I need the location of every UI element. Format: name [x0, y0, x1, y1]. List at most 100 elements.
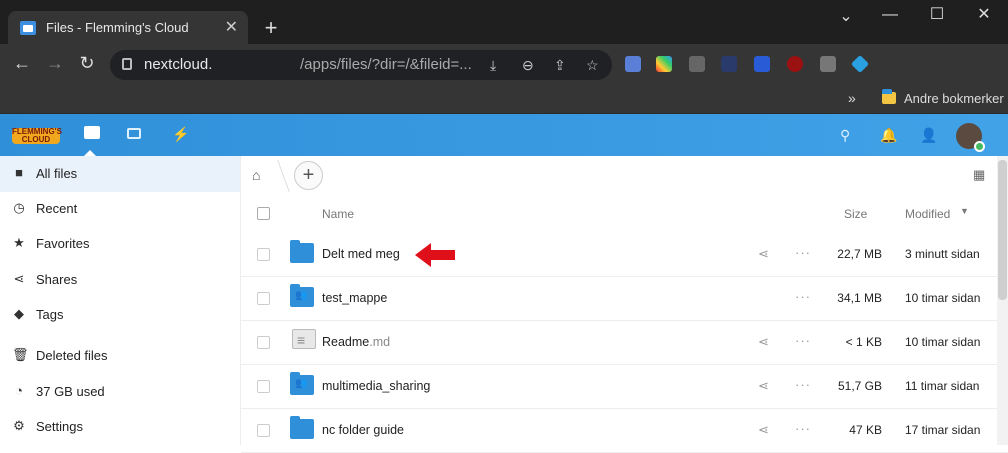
- folder-icon: [290, 240, 314, 263]
- sidebar-item-favorites[interactable]: ★ Favorites: [0, 226, 240, 262]
- sidebar-item-recent[interactable]: ◷ Recent: [0, 191, 240, 227]
- file-modified: 10 timar sidan: [905, 291, 981, 305]
- file-name[interactable]: nc folder guide: [322, 423, 404, 437]
- files-app-icon[interactable]: [84, 126, 100, 139]
- file-name[interactable]: Readme.md: [322, 335, 390, 349]
- share-icon[interactable]: ⋖: [758, 334, 769, 350]
- file-name[interactable]: Delt med meg: [322, 247, 400, 261]
- new-file-button[interactable]: +: [294, 161, 323, 190]
- row-checkbox[interactable]: [257, 424, 270, 437]
- table-row[interactable]: test_mappe ··· 34,1 MB 10 timar sidan: [241, 277, 1008, 321]
- sort-down-icon: ▼: [960, 206, 969, 216]
- more-bookmarks-icon[interactable]: »: [848, 90, 856, 106]
- fk-extension-icon[interactable]: [689, 56, 705, 72]
- close-tab-icon[interactable]: ✕: [225, 17, 238, 37]
- file-size: 47 KB: [849, 423, 882, 437]
- trash-icon: 🗑: [12, 347, 29, 362]
- search-icon[interactable]: ⚲: [840, 127, 850, 144]
- reload-icon[interactable]: ↻: [75, 53, 99, 74]
- sidebar-item-tags[interactable]: ◆ Tags: [0, 297, 240, 333]
- column-name[interactable]: Name: [322, 207, 354, 221]
- sidebar-item-settings[interactable]: ⚙ Settings: [0, 409, 240, 445]
- file-basename: Readme: [322, 335, 370, 349]
- file-basename: multimedia_sharing: [322, 379, 431, 393]
- notifications-bell-icon[interactable]: 🔔: [880, 127, 897, 144]
- row-checkbox[interactable]: [257, 336, 270, 349]
- maximize-button[interactable]: ☐: [917, 4, 957, 24]
- row-checkbox[interactable]: [257, 292, 270, 305]
- bookmarks-bar: » Andre bokmerker: [0, 84, 1008, 114]
- breadcrumb: ⌂ + ▦: [241, 156, 1008, 196]
- sidebar-item-all-files[interactable]: ■ All files: [0, 156, 240, 192]
- file-size: < 1 KB: [845, 335, 882, 349]
- bookmark-star-icon[interactable]: ☆: [586, 57, 599, 74]
- home-icon[interactable]: ⌂: [252, 167, 260, 183]
- bookmark-folder-icon: [882, 89, 896, 104]
- row-checkbox[interactable]: [257, 380, 270, 393]
- sidebar-item-shares[interactable]: ⋖ Shares: [0, 262, 240, 298]
- file-modified: 3 minutt sidan: [905, 247, 980, 261]
- sidebar-item-label: Recent: [36, 201, 78, 216]
- close-window-button[interactable]: ✕: [964, 4, 1004, 24]
- back-icon[interactable]: ←: [10, 53, 34, 74]
- more-actions-icon[interactable]: ···: [795, 333, 811, 348]
- tab-search-icon[interactable]: ⌄: [826, 6, 866, 26]
- activity-app-icon[interactable]: ⚡: [172, 126, 189, 143]
- color-extension-icon[interactable]: [656, 56, 672, 72]
- gitzip-extension-icon[interactable]: [820, 56, 836, 72]
- file-name[interactable]: multimedia_sharing: [322, 379, 430, 393]
- folder-icon: ■: [15, 165, 23, 180]
- star-icon: ★: [13, 235, 25, 250]
- column-modified[interactable]: Modified: [905, 207, 950, 221]
- sidebar-item-quota[interactable]: ◔ 37 GB used: [0, 374, 240, 410]
- more-actions-icon[interactable]: ···: [795, 289, 811, 304]
- browser-tabstrip: Files - Flemming's Cloud ✕ + ⌄ — ☐ ✕: [0, 0, 1008, 46]
- install-icon[interactable]: ⤓: [490, 57, 496, 74]
- vta-extension-icon[interactable]: [721, 56, 737, 72]
- table-row[interactable]: Readme.md ⋖ ··· < 1 KB 10 timar sidan: [241, 321, 1008, 365]
- file-basename: test_mappe: [322, 291, 388, 305]
- file-extension: .md: [369, 335, 391, 349]
- forward-icon[interactable]: →: [43, 53, 67, 74]
- grid-view-icon[interactable]: ▦: [973, 167, 985, 183]
- files-favicon-icon: [20, 21, 36, 35]
- share-icon[interactable]: ⋖: [758, 378, 769, 394]
- url-host: nextcloud.: [144, 56, 213, 73]
- files-main: ⌂ + ▦ Name Size Modified ▼ Delt med meg …: [241, 156, 1008, 453]
- column-size[interactable]: Size: [844, 207, 867, 221]
- address-bar[interactable]: nextcloud. /apps/files/?dir=/&fileid=...…: [110, 50, 612, 80]
- text-file-icon: [292, 329, 316, 349]
- file-name[interactable]: test_mappe: [322, 291, 387, 305]
- photos-app-icon[interactable]: [127, 128, 141, 139]
- more-actions-icon[interactable]: ···: [795, 377, 811, 392]
- browser-tab[interactable]: Files - Flemming's Cloud ✕: [8, 11, 248, 46]
- cloud-logo[interactable]: FLEMMING'S CLOUD: [12, 128, 62, 144]
- share-page-icon[interactable]: ⇪: [554, 57, 566, 74]
- tab-title: Files - Flemming's Cloud: [46, 20, 189, 35]
- file-modified: 10 timar sidan: [905, 335, 981, 349]
- table-row[interactable]: nc folder guide ⋖ ··· 47 KB 17 timar sid…: [241, 409, 1008, 453]
- bitwarden-extension-icon[interactable]: [754, 56, 770, 72]
- scrollbar-thumb[interactable]: [998, 160, 1007, 300]
- camera-extension-icon[interactable]: [625, 56, 641, 72]
- contacts-icon[interactable]: 👤: [920, 127, 937, 144]
- user-avatar[interactable]: [956, 123, 985, 152]
- share-icon[interactable]: ⋖: [758, 246, 769, 262]
- sidebar-item-label: Deleted files: [36, 348, 108, 363]
- more-actions-icon[interactable]: ···: [795, 421, 811, 436]
- share-icon[interactable]: ⋖: [758, 422, 769, 438]
- row-checkbox[interactable]: [257, 248, 270, 261]
- minimize-button[interactable]: —: [870, 6, 910, 24]
- vertical-scrollbar[interactable]: [997, 156, 1008, 445]
- cube-extension-icon[interactable]: [850, 54, 870, 74]
- select-all-checkbox[interactable]: [257, 207, 270, 220]
- other-bookmarks-link[interactable]: Andre bokmerker: [904, 91, 1004, 106]
- table-row[interactable]: multimedia_sharing ⋖ ··· 51,7 GB 11 tima…: [241, 365, 1008, 409]
- table-row[interactable]: Delt med meg ⋖ ··· 22,7 MB 3 minutt sida…: [241, 233, 1008, 277]
- sidebar-item-deleted-files[interactable]: 🗑 Deleted files: [0, 338, 240, 374]
- new-tab-button[interactable]: +: [258, 16, 284, 42]
- more-actions-icon[interactable]: ···: [795, 245, 811, 260]
- ublock-extension-icon[interactable]: [787, 56, 803, 72]
- zoom-icon[interactable]: ⊖: [522, 57, 534, 74]
- tag-icon: ◆: [14, 306, 24, 321]
